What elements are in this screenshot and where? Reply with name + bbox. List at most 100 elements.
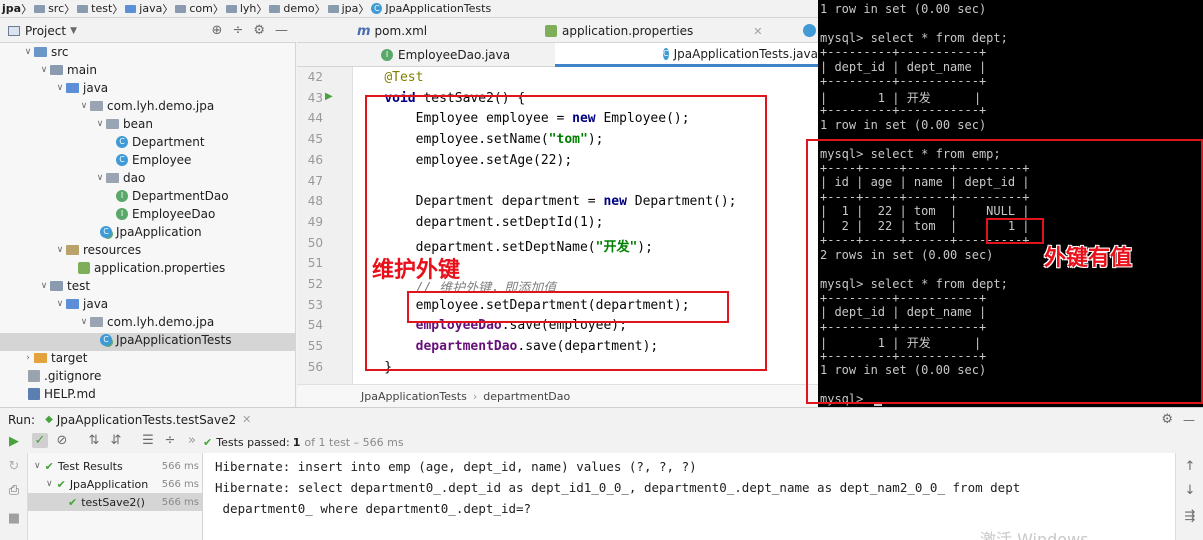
project-title[interactable]: Project	[25, 24, 66, 38]
check-icon: ✔	[44, 459, 54, 473]
collapse-all-icon[interactable]: ÷	[162, 433, 178, 448]
tree-item-application-properties[interactable]: application.properties	[78, 259, 225, 277]
breadcrumb-item[interactable]: jpa	[326, 2, 358, 15]
tree-item-test[interactable]: ∨ test	[38, 277, 90, 295]
breadcrumb-item[interactable]: jpa	[2, 2, 21, 15]
chevron-down-icon[interactable]: ∨	[46, 479, 53, 489]
arrow-up-icon[interactable]: ↑	[1182, 459, 1198, 474]
chevron-down-icon[interactable]: ∨	[78, 317, 90, 327]
minimize-icon[interactable]: —	[1183, 413, 1195, 427]
run-config-tab[interactable]: JpaApplicationTests.testSave2	[57, 413, 236, 427]
camera-icon[interactable]: ⎙	[6, 483, 22, 498]
tab-label: pom.xml	[374, 24, 428, 38]
soft-wrap-icon[interactable]: ⇶	[1182, 509, 1198, 524]
arrow-down-icon[interactable]: ↓	[1182, 483, 1198, 498]
check-icon: ✔	[203, 435, 213, 449]
chevron-down-icon[interactable]: ∨	[54, 83, 66, 93]
class-icon: C	[100, 334, 112, 346]
tree-item-label: bean	[123, 117, 153, 131]
chevron-down-icon[interactable]: ▼	[70, 26, 77, 36]
locate-icon[interactable]: ⊕	[212, 23, 223, 38]
tab-jpa-application-tests[interactable]: C JpaApplicationTests.java	[555, 43, 818, 67]
tree-item-department[interactable]: C Department	[116, 133, 205, 151]
show-ignored-icon[interactable]: ⊘	[54, 433, 70, 448]
stop-icon[interactable]: ■	[6, 511, 22, 526]
tree-item-java[interactable]: ∨ java	[54, 79, 108, 97]
tab-application-properties[interactable]: application.properties ✕	[537, 19, 770, 43]
chevron-down-icon[interactable]: ∨	[22, 47, 34, 57]
breadcrumb-item[interactable]: test	[75, 2, 112, 15]
tree-item-jpaapplication[interactable]: C JpaApplication	[100, 223, 202, 241]
breadcrumb-item[interactable]: java	[123, 2, 162, 15]
crumb-class[interactable]: JpaApplicationTests	[361, 390, 467, 403]
tree-item-departmentdao[interactable]: I DepartmentDao	[116, 187, 229, 205]
rerun-icon[interactable]: ▶	[6, 434, 22, 449]
chevron-down-icon[interactable]: ∨	[54, 299, 66, 309]
tree-item-label: Department	[132, 135, 205, 149]
breadcrumb-item[interactable]: demo	[267, 2, 315, 15]
line-number: 42	[307, 70, 323, 84]
tree-item-com-lyh-demo-jpa[interactable]: ∨ com.lyh.demo.jpa	[78, 97, 215, 115]
project-panel-header: Project ▼ ⊕ ÷ ⚙ —	[0, 19, 296, 43]
status-prefix: Tests passed:	[216, 435, 290, 449]
breadcrumb-item[interactable]: src	[32, 2, 64, 15]
breadcrumb-separator: 〉	[256, 2, 268, 16]
gear-icon[interactable]: ⚙	[1161, 412, 1173, 427]
interface-icon: I	[381, 49, 393, 61]
tree-item-main[interactable]: ∨ main	[38, 61, 97, 79]
tree-item-dao[interactable]: ∨ dao	[94, 169, 146, 187]
rerun-failed-icon[interactable]: ↻	[6, 459, 22, 474]
test-result-item[interactable]: ∨ ✔ JpaApplication 566 ms	[28, 475, 203, 493]
tree-item-target[interactable]: › target	[22, 349, 87, 367]
folder-icon	[77, 4, 89, 13]
tree-item-src[interactable]: ∨ src	[22, 43, 69, 61]
test-result-item[interactable]: ∨ ✔ Test Results 566 ms	[28, 457, 203, 475]
class-icon: C	[116, 136, 128, 148]
tree-item--gitignore[interactable]: .gitignore	[28, 367, 101, 385]
tree-item-employee[interactable]: C Employee	[116, 151, 191, 169]
tab-label: EmployeeDao.java	[398, 48, 511, 62]
minimize-icon[interactable]: —	[275, 23, 288, 38]
show-passed-icon[interactable]: ✓	[32, 433, 48, 448]
chevron-down-icon[interactable]: ∨	[94, 119, 106, 129]
chevron-right-icon[interactable]: ›	[22, 353, 34, 363]
tree-item-label: java	[83, 297, 109, 311]
tree-item-label: application.properties	[94, 261, 226, 275]
tree-item-resources[interactable]: ∨ resources	[54, 241, 141, 259]
chevron-down-icon[interactable]: ∨	[94, 173, 106, 183]
more-icon[interactable]: »	[184, 433, 200, 448]
chevron-down-icon[interactable]: ∨	[34, 461, 41, 471]
chevron-down-icon[interactable]: ∨	[38, 281, 50, 291]
breadcrumb-item[interactable]: lyh	[224, 2, 256, 15]
markdown-icon	[28, 388, 40, 400]
run-gutter-icon[interactable]: ▶	[325, 91, 333, 102]
editor-gutter: 42 43 44 45 46 47 48 49 50 51 52 53 54 55 56 ▶	[297, 67, 353, 384]
tree-item-java[interactable]: ∨ java	[54, 295, 108, 313]
tab-pom-xml[interactable]: m pom.xml	[349, 19, 435, 43]
crumb-field[interactable]: departmentDao	[483, 390, 570, 403]
sort-alpha-icon[interactable]: ⇅	[86, 433, 102, 448]
test-result-item[interactable]: ✔ testSave2() 566 ms	[28, 493, 203, 511]
breadcrumb-item[interactable]: C JpaApplicationTests	[369, 2, 491, 15]
close-icon[interactable]: ✕	[753, 25, 762, 38]
tree-item-com-lyh-demo-jpa[interactable]: ∨ com.lyh.demo.jpa	[78, 313, 215, 331]
chevron-down-icon[interactable]: ∨	[38, 65, 50, 75]
tree-item-employeedao[interactable]: I EmployeeDao	[116, 205, 215, 223]
chevron-down-icon[interactable]: ∨	[54, 245, 66, 255]
folder-icon	[66, 299, 79, 309]
sort-duration-icon[interactable]: ⇵	[108, 433, 124, 448]
expand-all-icon[interactable]: ☰	[140, 433, 156, 448]
check-icon: ✔	[68, 495, 78, 509]
line-number: 56	[307, 359, 323, 374]
collapse-all-icon[interactable]: ÷	[232, 23, 243, 38]
folder-icon	[125, 4, 137, 13]
run-side-toolbar: ↻ ⎙ ■	[0, 453, 28, 540]
close-icon[interactable]: ✕	[242, 413, 251, 426]
tree-item-label: Employee	[132, 153, 192, 167]
chevron-down-icon[interactable]: ∨	[78, 101, 90, 111]
tree-item-help-md[interactable]: HELP.md	[28, 385, 96, 403]
gear-icon[interactable]: ⚙	[253, 23, 265, 38]
breadcrumb-item[interactable]: com	[173, 2, 213, 15]
tree-item-jpaapplicationtests[interactable]: C JpaApplicationTests	[100, 331, 231, 349]
tree-item-bean[interactable]: ∨ bean	[94, 115, 153, 133]
